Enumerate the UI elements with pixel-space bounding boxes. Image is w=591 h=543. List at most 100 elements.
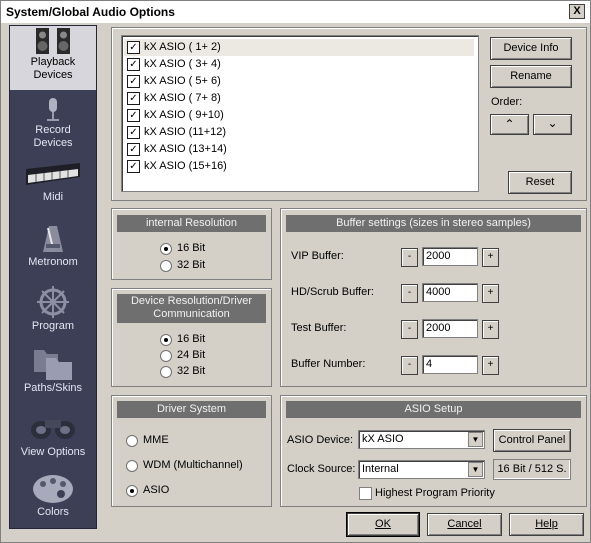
asio-setup-panel: ASIO Setup ASIO Device: kX ASIO ▼ Contro…	[280, 395, 587, 507]
device-16bit-radio[interactable]	[160, 334, 172, 346]
list-item[interactable]: ✓ kX ASIO ( 9+10)	[124, 107, 474, 124]
test-buffer-decrement-button[interactable]: -	[401, 320, 418, 339]
ok-button[interactable]: OK	[347, 513, 419, 536]
device-label: kX ASIO ( 1+ 2)	[144, 41, 221, 53]
audio-options-dialog: System/Global Audio Options X Playback D…	[0, 0, 591, 543]
sidebar-item-metronom[interactable]: Metronom	[10, 222, 96, 278]
asio-device-value: kX ASIO	[362, 433, 404, 445]
device-label: kX ASIO (11+12)	[144, 126, 227, 138]
buffer-number-increment-button[interactable]: +	[482, 356, 499, 375]
sidebar-item-label: Record	[35, 124, 71, 136]
clock-source-select[interactable]: Internal ▼	[358, 460, 485, 479]
device-resolution-title-line1: Device Resolution/Driver	[130, 295, 253, 307]
device-info-button[interactable]: Device Info	[490, 37, 572, 60]
vip-buffer-increment-button[interactable]: +	[482, 248, 499, 267]
driver-asio-radio[interactable]	[126, 485, 138, 497]
list-item[interactable]: ✓ kX ASIO ( 3+ 4)	[124, 56, 474, 73]
buffer-number-label: Buffer Number:	[291, 358, 366, 370]
device-checkbox[interactable]: ✓	[127, 126, 140, 139]
sidebar: Playback Devices Record Devices Midi Met…	[9, 25, 97, 529]
driver-mme-radio[interactable]	[126, 435, 138, 447]
title-bar: System/Global Audio Options X	[1, 1, 590, 23]
hd-scrub-buffer-increment-button[interactable]: +	[482, 284, 499, 303]
help-button[interactable]: Help	[509, 513, 584, 536]
list-item[interactable]: ✓ kX ASIO (15+16)	[124, 158, 474, 175]
device-label: kX ASIO ( 5+ 6)	[144, 75, 221, 87]
internal-16bit-radio[interactable]	[160, 243, 172, 255]
move-down-button[interactable]: ⌄	[533, 114, 572, 135]
driver-wdm-radio[interactable]	[126, 460, 138, 472]
internal-32bit-radio[interactable]	[160, 260, 172, 272]
test-buffer-input[interactable]: 2000	[422, 319, 478, 338]
device-32bit-label: 32 Bit	[177, 365, 206, 377]
list-item[interactable]: ✓ kX ASIO (11+12)	[124, 124, 474, 141]
internal-resolution-panel: internal Resolution 16 Bit 32 Bit	[111, 208, 272, 280]
device-label: kX ASIO ( 3+ 4)	[144, 58, 221, 70]
buffer-number-decrement-button[interactable]: -	[401, 356, 418, 375]
sidebar-item-colors[interactable]: Colors	[10, 472, 96, 528]
device-checkbox[interactable]: ✓	[127, 92, 140, 105]
sidebar-item-program[interactable]: Program	[10, 284, 96, 340]
device-label: kX ASIO (15+16)	[144, 160, 227, 172]
order-label: Order:	[491, 96, 523, 108]
device-checkbox[interactable]: ✓	[127, 143, 140, 156]
driver-system-panel: Driver System MME WDM (Multichannel) ASI…	[111, 395, 272, 507]
hd-scrub-buffer-decrement-button[interactable]: -	[401, 284, 418, 303]
device-checkbox[interactable]: ✓	[127, 41, 140, 54]
device-32bit-radio[interactable]	[160, 366, 172, 378]
device-checkbox[interactable]: ✓	[127, 58, 140, 71]
chevron-down-icon[interactable]: ▼	[468, 432, 483, 447]
binoculars-icon	[31, 420, 75, 439]
list-item[interactable]: ✓ kX ASIO ( 5+ 6)	[124, 73, 474, 90]
device-checkbox[interactable]: ✓	[127, 109, 140, 122]
device-checkbox[interactable]: ✓	[127, 75, 140, 88]
device-24bit-label: 24 Bit	[177, 349, 206, 361]
device-list[interactable]: ✓ kX ASIO ( 1+ 2) ✓ kX ASIO ( 3+ 4) ✓ kX…	[121, 35, 479, 192]
internal-32bit-label: 32 Bit	[177, 259, 206, 271]
driver-wdm-label: WDM (Multichannel)	[143, 459, 243, 471]
driver-system-title: Driver System	[117, 401, 266, 418]
internal-16bit-label: 16 Bit	[177, 242, 206, 254]
device-label: kX ASIO ( 9+10)	[144, 109, 224, 121]
internal-resolution-title: internal Resolution	[117, 215, 266, 232]
asio-device-select[interactable]: kX ASIO ▼	[358, 430, 485, 449]
sidebar-item-view-options[interactable]: View Options	[10, 410, 96, 468]
highest-priority-label: Highest Program Priority	[375, 487, 495, 499]
sidebar-item-record-devices[interactable]: Record Devices	[10, 96, 96, 154]
list-item[interactable]: ✓ kX ASIO (13+14)	[124, 141, 474, 158]
sidebar-item-midi[interactable]: Midi	[10, 159, 96, 215]
chevron-down-icon[interactable]: ▼	[468, 462, 483, 477]
sidebar-item-paths-skins[interactable]: Paths/Skins	[10, 346, 96, 404]
reset-button[interactable]: Reset	[508, 171, 572, 194]
device-checkbox[interactable]: ✓	[127, 160, 140, 173]
rename-button[interactable]: Rename	[490, 65, 572, 88]
device-24bit-radio[interactable]	[160, 350, 172, 362]
driver-mme-label: MME	[143, 434, 169, 446]
sidebar-item-label: Devices	[33, 69, 73, 81]
test-buffer-increment-button[interactable]: +	[482, 320, 499, 339]
clock-source-value: Internal	[362, 463, 399, 475]
palette-icon	[33, 475, 73, 503]
vip-buffer-decrement-button[interactable]: -	[401, 248, 418, 267]
vip-buffer-label: VIP Buffer:	[291, 250, 344, 262]
vip-buffer-input[interactable]: 2000	[422, 247, 478, 266]
sidebar-item-label: Program	[31, 320, 75, 332]
keyboard-icon	[26, 163, 80, 185]
sidebar-item-label: Midi	[42, 191, 64, 203]
buffer-number-input[interactable]: 4	[422, 355, 478, 374]
device-label: kX ASIO ( 7+ 8)	[144, 92, 221, 104]
hd-scrub-buffer-input[interactable]: 4000	[422, 283, 478, 302]
cancel-button[interactable]: Cancel	[427, 513, 502, 536]
list-item[interactable]: ✓ kX ASIO ( 1+ 2)	[124, 39, 474, 56]
highest-priority-checkbox[interactable]	[359, 487, 372, 500]
folders-icon	[34, 350, 72, 380]
sidebar-item-playback-devices[interactable]: Playback Devices	[10, 26, 96, 90]
list-item[interactable]: ✓ kX ASIO ( 7+ 8)	[124, 90, 474, 107]
sidebar-item-label: Paths/Skins	[23, 382, 83, 394]
buffer-settings-panel: Buffer settings (sizes in stereo samples…	[280, 208, 587, 387]
move-up-button[interactable]: ⌃	[490, 114, 529, 135]
sidebar-item-label: Playback	[30, 56, 76, 68]
control-panel-button[interactable]: Control Panel	[493, 429, 571, 452]
close-button[interactable]: X	[569, 4, 585, 19]
device-label: kX ASIO (13+14)	[144, 143, 227, 155]
